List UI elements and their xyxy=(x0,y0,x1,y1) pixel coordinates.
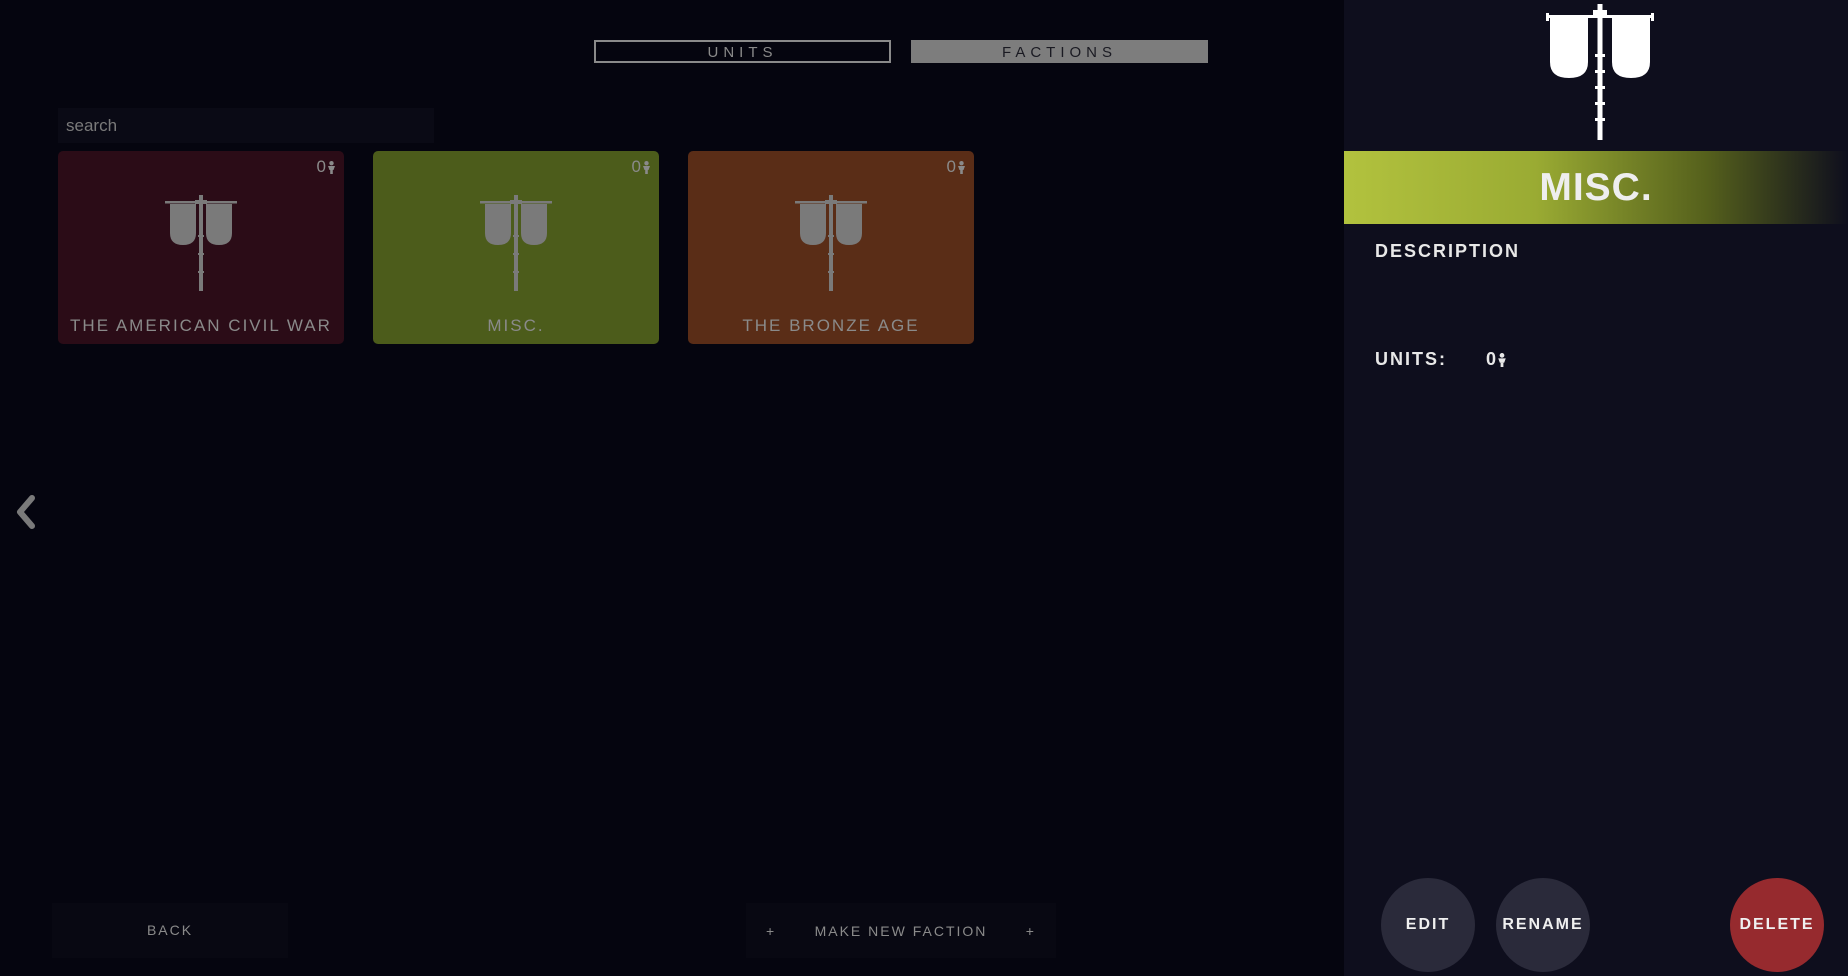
faction-browser: UNITS FACTIONS 0 THE AMERICAN CIVIL WAR … xyxy=(0,0,1344,976)
faction-card-american-civil-war[interactable]: 0 THE AMERICAN CIVIL WAR xyxy=(58,151,344,344)
rename-button[interactable]: RENAME xyxy=(1496,878,1590,972)
plus-icon: + xyxy=(1025,922,1036,939)
make-new-faction-label: MAKE NEW FACTION xyxy=(814,922,988,939)
unit-figure-icon xyxy=(958,160,965,174)
tab-units[interactable]: UNITS xyxy=(594,40,891,63)
banner-emblem-icon xyxy=(1546,4,1654,140)
banner-emblem-icon xyxy=(165,195,237,291)
faction-detail-panel: MISC. DESCRIPTION UNITS: 0 EDIT RENAME D… xyxy=(1344,0,1848,976)
unit-figure-icon xyxy=(643,160,650,174)
banner-emblem-icon xyxy=(480,195,552,291)
faction-name: THE BRONZE AGE xyxy=(742,316,920,335)
tab-factions[interactable]: FACTIONS xyxy=(911,40,1208,63)
delete-button[interactable]: DELETE xyxy=(1730,878,1824,972)
plus-icon: + xyxy=(766,922,777,939)
faction-name: MISC. xyxy=(487,316,545,335)
faction-card-bronze-age[interactable]: 0 THE BRONZE AGE xyxy=(688,151,974,344)
unit-count-value: 0 xyxy=(316,157,326,176)
unit-count: 0 xyxy=(947,157,966,177)
unit-count-value: 0 xyxy=(631,157,641,176)
edit-button[interactable]: EDIT xyxy=(1381,878,1475,972)
unit-figure-icon xyxy=(1498,352,1506,367)
unit-count-value: 0 xyxy=(946,157,956,176)
search-input[interactable] xyxy=(58,108,434,143)
units-count: 0 xyxy=(1486,349,1507,370)
units-count-value: 0 xyxy=(1486,349,1497,369)
faction-title: MISC. xyxy=(1539,166,1653,209)
faction-header-bar: MISC. xyxy=(1344,151,1848,224)
chevron-left-icon[interactable] xyxy=(12,494,38,530)
unit-figure-icon xyxy=(328,160,335,174)
make-new-faction-button[interactable]: + MAKE NEW FACTION + xyxy=(746,903,1056,958)
unit-count: 0 xyxy=(632,157,651,177)
faction-card-misc[interactable]: 0 MISC. xyxy=(373,151,659,344)
unit-count: 0 xyxy=(317,157,336,177)
back-button[interactable]: BACK xyxy=(52,903,288,958)
banner-emblem-icon xyxy=(795,195,867,291)
units-label: UNITS: xyxy=(1375,349,1447,369)
faction-name: THE AMERICAN CIVIL WAR xyxy=(70,316,332,335)
description-label: DESCRIPTION xyxy=(1375,241,1521,261)
